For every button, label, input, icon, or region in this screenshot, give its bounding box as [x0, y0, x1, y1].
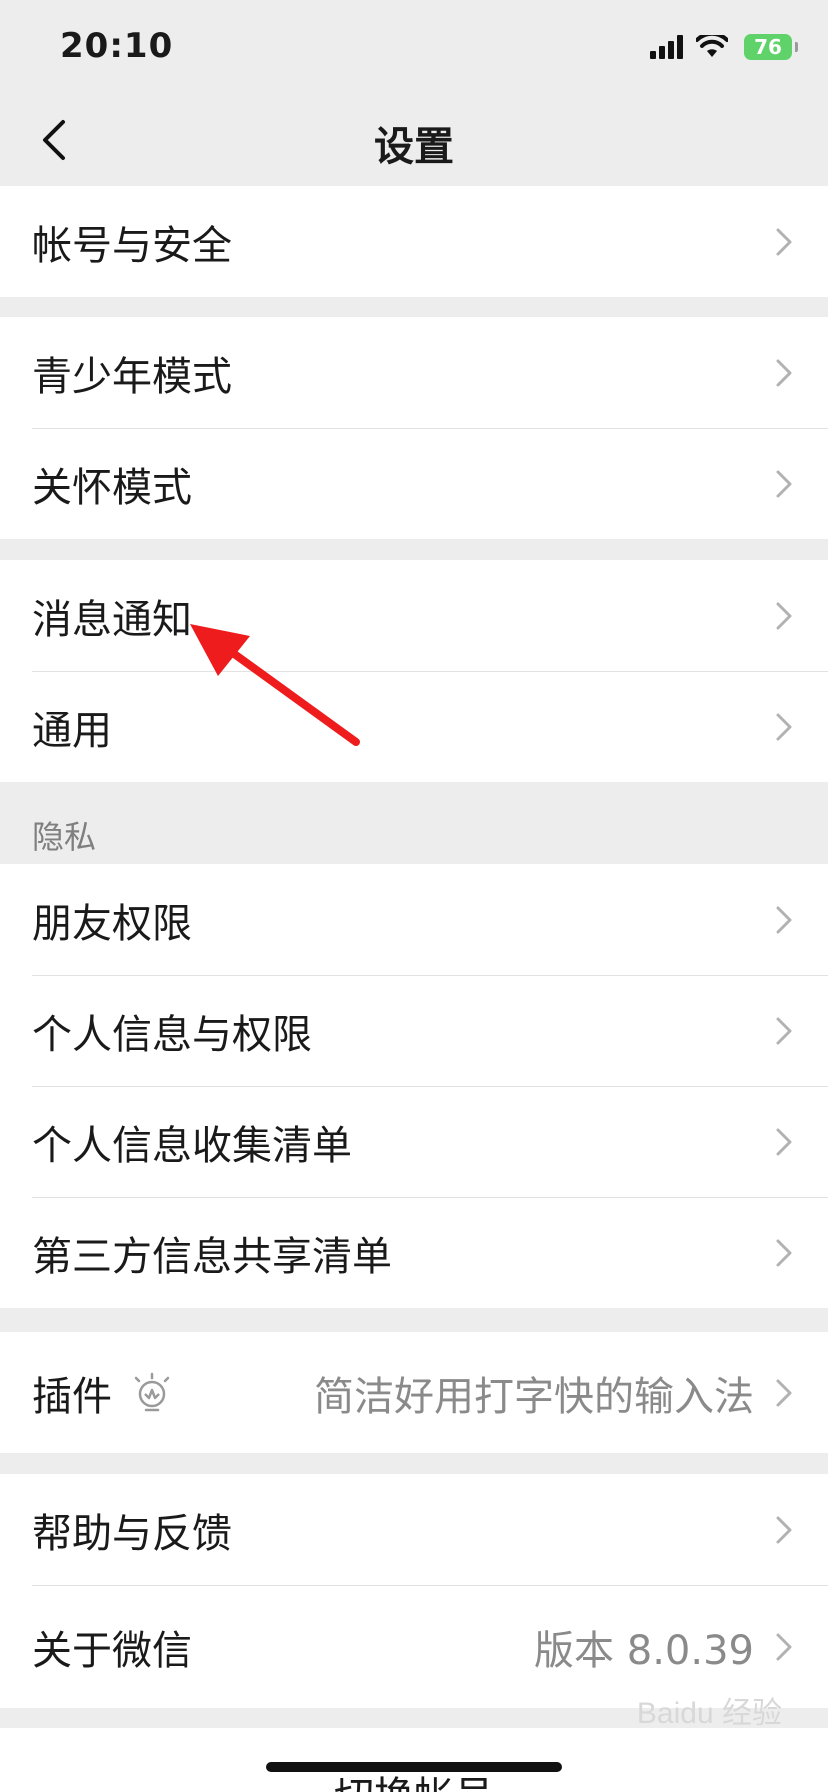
home-indicator	[266, 1762, 562, 1772]
section-header-privacy: 隐私	[32, 818, 97, 856]
chevron-right-icon	[776, 906, 792, 933]
settings-row-personal-info-permissions[interactable]: 个人信息与权限	[0, 975, 828, 1086]
settings-row-plugins[interactable]: 插件 简洁好用打字快的输入法	[0, 1332, 828, 1453]
settings-group-plugins: 插件 简洁好用打字快的输入法	[0, 1332, 828, 1453]
baidu-watermark: Baidu 经验	[636, 1697, 782, 1730]
chevron-right-icon	[776, 1633, 792, 1660]
chevron-right-icon	[776, 713, 792, 740]
row-label: 青少年模式	[32, 353, 232, 400]
row-label: 第三方信息共享清单	[32, 1233, 392, 1280]
settings-row-help-feedback[interactable]: 帮助与反馈	[0, 1474, 828, 1585]
settings-group-notifications: 消息通知 通用	[0, 560, 828, 782]
version-value: 版本 8.0.39	[534, 1627, 754, 1674]
chevron-right-icon	[776, 1379, 792, 1406]
row-label: 通用	[32, 707, 112, 754]
row-label: 个人信息与权限	[32, 1011, 312, 1058]
settings-row-third-party-sharing-list[interactable]: 第三方信息共享清单	[0, 1197, 828, 1308]
row-label: 插件	[32, 1373, 112, 1420]
settings-row-youth-mode[interactable]: 青少年模式	[0, 317, 828, 428]
nav-bar: 设置	[0, 92, 828, 186]
chevron-right-icon	[776, 228, 792, 255]
status-bar: 20:10 76	[0, 0, 828, 92]
chevron-right-icon	[776, 359, 792, 386]
row-label: 消息通知	[32, 596, 192, 643]
row-label: 关于微信	[32, 1627, 192, 1674]
settings-row-account-security[interactable]: 帐号与安全	[0, 186, 828, 297]
row-label: 朋友权限	[32, 900, 192, 947]
settings-row-notifications[interactable]: 消息通知	[0, 560, 828, 671]
plugin-icon	[134, 1372, 170, 1411]
status-icons: 76	[650, 34, 798, 60]
battery-level: 76	[754, 35, 782, 59]
settings-row-info-collection-list[interactable]: 个人信息收集清单	[0, 1086, 828, 1197]
settings-row-general[interactable]: 通用	[0, 671, 828, 782]
page-title: 设置	[374, 124, 454, 170]
chevron-right-icon	[776, 1017, 792, 1044]
settings-group-help-about: 帮助与反馈 关于微信 版本 8.0.39	[0, 1474, 828, 1708]
chevron-right-icon	[776, 470, 792, 497]
settings-row-friend-permissions[interactable]: 朋友权限	[0, 864, 828, 975]
battery-icon: 76	[744, 34, 798, 60]
chevron-right-icon	[776, 1516, 792, 1543]
chevron-right-icon	[776, 1239, 792, 1266]
settings-group-modes: 青少年模式 关怀模式	[0, 317, 828, 539]
row-label: 帮助与反馈	[32, 1510, 232, 1557]
signal-icon	[650, 35, 683, 59]
settings-row-care-mode[interactable]: 关怀模式	[0, 428, 828, 539]
chevron-right-icon	[776, 1128, 792, 1155]
status-time: 20:10	[60, 26, 174, 66]
wifi-icon	[696, 35, 728, 57]
chevron-right-icon	[776, 602, 792, 629]
row-label: 帐号与安全	[32, 222, 232, 269]
settings-group-account: 帐号与安全	[0, 186, 828, 297]
row-label: 个人信息收集清单	[32, 1122, 352, 1169]
row-value: 简洁好用打字快的输入法	[314, 1373, 754, 1420]
row-label: 关怀模式	[32, 464, 192, 511]
settings-group-privacy: 朋友权限 个人信息与权限 个人信息收集清单 第三方信息共享清单	[0, 864, 828, 1308]
switch-account-button[interactable]: 切换帐号	[0, 1728, 828, 1792]
